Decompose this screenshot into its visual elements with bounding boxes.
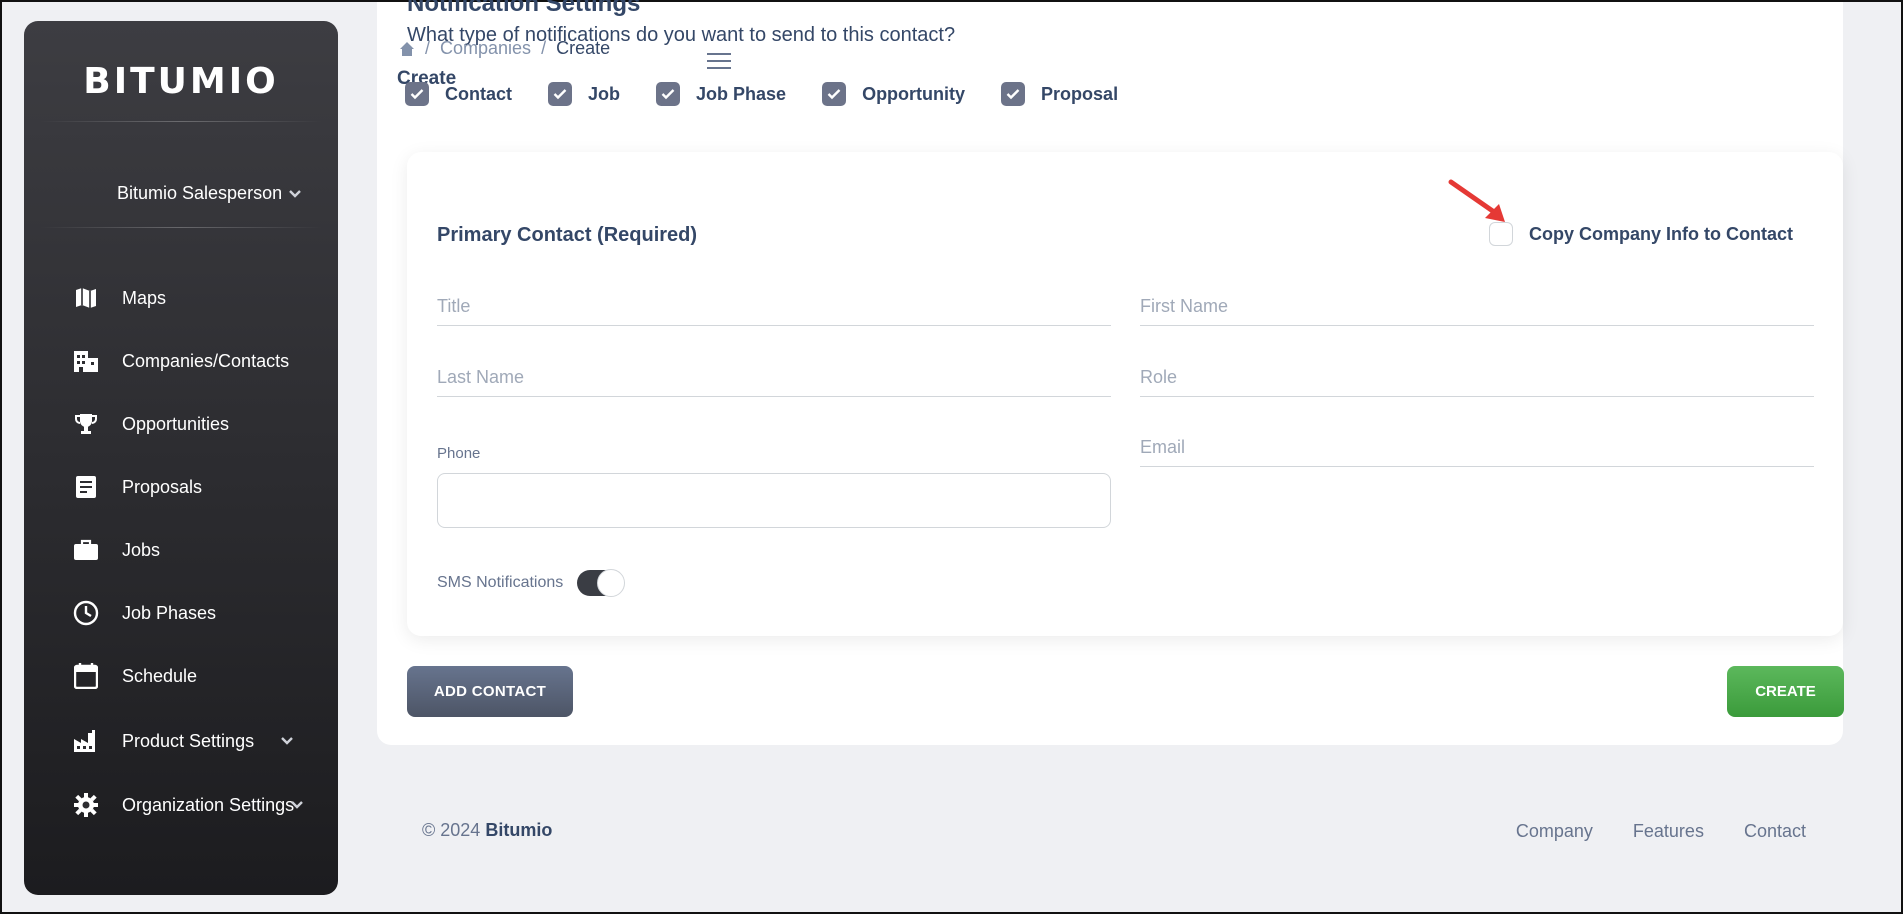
sidebar-item-opportunities[interactable]: Opportunities (70, 404, 330, 444)
briefcase-icon (70, 534, 102, 566)
sidebar-item-label: Product Settings (122, 730, 255, 751)
home-icon[interactable] (399, 41, 415, 57)
document-icon (70, 471, 102, 503)
sidebar-item-product-settings[interactable]: Product Settings (70, 721, 330, 761)
checkbox-label: Job (588, 83, 621, 104)
checkmark-icon[interactable] (822, 82, 847, 106)
checkmark-icon[interactable] (656, 82, 681, 106)
divider (40, 227, 322, 228)
toggle-knob (597, 569, 626, 597)
sidebar-item-label: Companies/Contacts (122, 350, 290, 371)
phone-input[interactable] (437, 473, 1111, 528)
sidebar-item-job-phases[interactable]: Job Phases (70, 593, 330, 633)
role-placeholder: Role (1140, 367, 1178, 387)
breadcrumb-separator: / (425, 38, 431, 58)
create-button[interactable]: CREATE (1727, 666, 1844, 717)
sidebar-item-companies[interactable]: Companies/Contacts (70, 341, 330, 381)
title-placeholder: Title (437, 296, 471, 316)
map-icon (70, 282, 102, 314)
email-field[interactable]: Email (1140, 437, 1814, 467)
breadcrumb: / Companies / Create (399, 38, 610, 59)
email-placeholder: Email (1140, 437, 1186, 457)
sidebar-item-label: Maps (122, 287, 167, 308)
sidebar-item-label: Jobs (122, 539, 161, 560)
gear-icon (70, 789, 102, 821)
card-title: Primary Contact (Required) (437, 224, 698, 246)
checkbox-label: Proposal (1041, 83, 1119, 104)
checkbox-label: Opportunity (862, 83, 966, 104)
sidebar-item-organization-settings[interactable]: Organization Settings (70, 785, 330, 825)
sms-label: SMS Notifications (437, 574, 564, 591)
user-menu[interactable]: Bitumio Salesperson (117, 183, 302, 204)
role-field[interactable]: Role (1140, 367, 1814, 397)
menu-toggle-icon[interactable] (707, 53, 731, 71)
checkbox-label: Job Phase (696, 83, 787, 104)
sidebar-item-label: Opportunities (122, 413, 230, 434)
sidebar-item-label: Schedule (122, 665, 198, 686)
footer-brand: Bitumio (485, 820, 553, 840)
user-name: Bitumio Salesperson (117, 183, 283, 203)
chevron-down-icon (281, 737, 293, 745)
sms-notifications: SMS Notifications (437, 569, 626, 597)
copy-company-info-checkbox[interactable]: Copy Company Info to Contact (1489, 222, 1793, 246)
last-name-field[interactable]: Last Name (437, 367, 1111, 397)
sidebar-item-label: Proposals (122, 476, 203, 497)
breadcrumb-companies[interactable]: Companies (440, 38, 531, 59)
clock-icon (70, 597, 102, 629)
footer-links: Company Features Contact (1516, 821, 1806, 842)
calendar-icon (70, 660, 102, 692)
notification-checkboxes: Contact Job Job Phase Opportunity Propos… (405, 82, 1154, 106)
building-icon (70, 345, 102, 377)
sidebar-item-maps[interactable]: Maps (70, 278, 330, 318)
logo: BITUMIO (83, 61, 279, 102)
footer-copyright: © 2024 Bitumio (422, 820, 552, 841)
sidebar-item-jobs[interactable]: Jobs (70, 530, 330, 570)
sidebar-item-label: Organization Settings (122, 794, 295, 815)
add-contact-button[interactable]: ADD CONTACT (407, 666, 573, 717)
last-name-placeholder: Last Name (437, 367, 525, 387)
sidebar-item-label: Job Phases (122, 602, 217, 623)
checkbox-proposal[interactable]: Proposal (1001, 82, 1118, 106)
checkbox-job[interactable]: Job (548, 82, 620, 106)
primary-contact-card: Primary Contact (Required) Copy Company … (407, 152, 1843, 636)
breadcrumb-separator: / (541, 38, 547, 58)
checkbox-job-phase[interactable]: Job Phase (656, 82, 786, 106)
sidebar: BITUMIO Bitumio Salesperson Maps Compani… (24, 21, 338, 895)
sidebar-item-proposals[interactable]: Proposals (70, 467, 330, 507)
checkbox-label: Contact (445, 83, 512, 104)
checkbox-contact[interactable]: Contact (405, 82, 512, 106)
breadcrumb-current: Create (556, 38, 611, 58)
footer-link-features[interactable]: Features (1633, 821, 1704, 842)
footer-link-contact[interactable]: Contact (1744, 821, 1806, 842)
title-field[interactable]: Title (437, 296, 1111, 326)
checkbox-opportunity[interactable]: Opportunity (822, 82, 965, 106)
checkmark-icon[interactable] (405, 82, 429, 106)
factory-icon (70, 725, 102, 757)
notification-settings-title: Notification Settings (407, 0, 641, 17)
phone-label: Phone (437, 445, 481, 462)
divider (40, 121, 322, 122)
trophy-icon (70, 408, 102, 440)
copy-company-info-label: Copy Company Info to Contact (1529, 223, 1793, 244)
chevron-down-icon (289, 189, 301, 198)
checkmark-icon[interactable] (548, 82, 572, 106)
checkmark-icon[interactable] (1001, 82, 1026, 106)
copyright-text: © 2024 (422, 820, 481, 840)
chevron-down-icon (291, 801, 303, 809)
footer-link-company[interactable]: Company (1516, 821, 1593, 842)
annotation-arrow-icon (1448, 179, 1505, 222)
sms-toggle[interactable] (577, 569, 626, 597)
first-name-field[interactable]: First Name (1140, 296, 1814, 326)
first-name-placeholder: First Name (1140, 296, 1229, 316)
sidebar-item-schedule[interactable]: Schedule (70, 656, 330, 696)
